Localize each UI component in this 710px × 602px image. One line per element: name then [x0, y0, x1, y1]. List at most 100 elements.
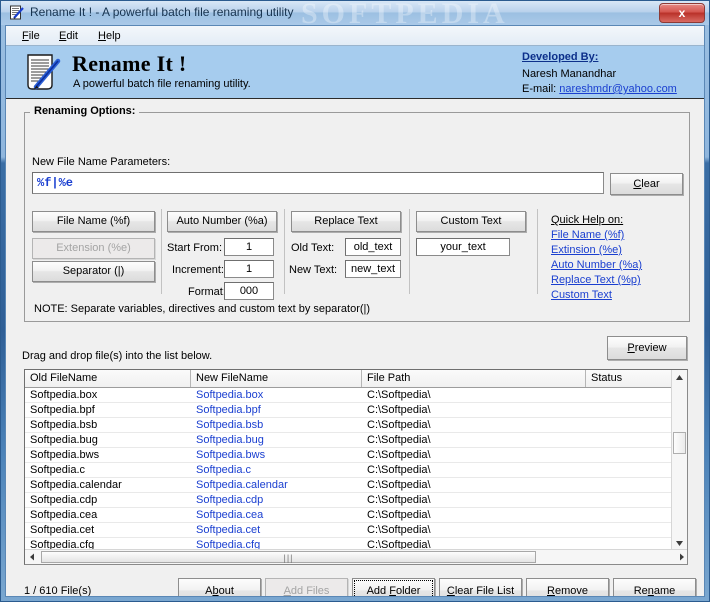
- table-row[interactable]: Softpedia.cea Softpedia.cea C:\Softpedia\: [25, 508, 673, 523]
- cell-new: Softpedia.box: [196, 389, 264, 401]
- cell-new: Softpedia.bug: [196, 434, 264, 446]
- params-input[interactable]: [32, 172, 604, 194]
- close-button[interactable]: x: [659, 3, 705, 23]
- email-link[interactable]: nareshmdr@yahoo.com: [559, 83, 677, 95]
- add-files-button: Add Files: [265, 578, 348, 596]
- app-title: Rename It !: [72, 51, 187, 76]
- increment-label: Increment:: [172, 264, 224, 276]
- scroll-right-arrow[interactable]: [674, 550, 687, 564]
- horizontal-scroll-thumb[interactable]: |||: [41, 551, 536, 563]
- cell-new: Softpedia.bws: [196, 449, 266, 461]
- remove-button[interactable]: Remove: [526, 578, 609, 596]
- table-row[interactable]: Softpedia.bws Softpedia.bws C:\Softpedia\: [25, 448, 673, 463]
- scroll-up-arrow[interactable]: [672, 370, 687, 386]
- renaming-options-title: Renaming Options:: [30, 105, 140, 117]
- developer-email-row: E-mail: nareshmdr@yahoo.com: [522, 83, 677, 95]
- window-title: Rename It ! - A powerful batch file rena…: [30, 5, 294, 19]
- start-from-label: Start From:: [167, 242, 223, 254]
- cell-status: [586, 493, 673, 508]
- cell-old: Softpedia.bws: [30, 449, 100, 461]
- app-banner: Rename It ! A powerful batch file renami…: [6, 46, 704, 99]
- table-row[interactable]: Softpedia.c Softpedia.c C:\Softpedia\: [25, 463, 673, 478]
- cell-path: C:\Softpedia\: [367, 524, 431, 536]
- list-vertical-scrollbar[interactable]: [671, 370, 687, 551]
- table-row[interactable]: Softpedia.cdp Softpedia.cdp C:\Softpedia\: [25, 493, 673, 508]
- cell-status: [586, 508, 673, 523]
- client-area: FFileile Edit Help Rename It ! A powerfu…: [5, 25, 705, 597]
- table-row[interactable]: Softpedia.bsb Softpedia.bsb C:\Softpedia\: [25, 418, 673, 433]
- cell-status: [586, 388, 673, 403]
- cell-status: [586, 448, 673, 463]
- increment-input[interactable]: [224, 260, 274, 278]
- cell-status: [586, 403, 673, 418]
- table-row[interactable]: Softpedia.bpf Softpedia.bpf C:\Softpedia\: [25, 403, 673, 418]
- format-input[interactable]: [224, 282, 274, 300]
- developer-name: Naresh Manandhar: [522, 68, 617, 80]
- quick-help-link-replace-text[interactable]: Replace Text (%p): [551, 274, 641, 286]
- cell-path: C:\Softpedia\: [367, 479, 431, 491]
- about-button[interactable]: About: [178, 578, 261, 596]
- quick-help-link-file-name[interactable]: File Name (%f): [551, 229, 624, 241]
- new-text-input[interactable]: [345, 260, 401, 278]
- column-header-file-path[interactable]: File Path: [362, 370, 586, 387]
- cell-new: Softpedia.cdp: [196, 494, 264, 506]
- cell-path: C:\Softpedia\: [367, 449, 431, 461]
- cell-old: Softpedia.cdp: [30, 494, 98, 506]
- old-text-label: Old Text:: [291, 242, 335, 254]
- application-window: SOFTPEDIA Rename It ! - A powerful batch…: [0, 0, 710, 602]
- title-bar[interactable]: SOFTPEDIA Rename It ! - A powerful batch…: [1, 1, 709, 25]
- column-header-new-filename[interactable]: New FileName: [191, 370, 362, 387]
- scroll-left-arrow[interactable]: [25, 550, 40, 564]
- quick-help-title: Quick Help on:: [551, 214, 624, 226]
- menu-edit[interactable]: Edit: [53, 29, 84, 43]
- clear-button[interactable]: Clear: [610, 173, 683, 195]
- cell-old: Softpedia.cet: [30, 524, 95, 536]
- add-folder-button[interactable]: Add Folder: [352, 578, 435, 596]
- vertical-scroll-thumb[interactable]: [673, 432, 686, 454]
- cell-path: C:\Softpedia\: [367, 404, 431, 416]
- file-list-rows[interactable]: Softpedia.box Softpedia.box C:\Softpedia\ S…: [25, 388, 673, 551]
- quick-help-link-extension[interactable]: Extinsion (%e): [551, 244, 622, 256]
- old-text-input[interactable]: [345, 238, 401, 256]
- cell-new: Softpedia.bsb: [196, 419, 264, 431]
- cell-path: C:\Softpedia\: [367, 389, 431, 401]
- divider-4: [537, 209, 538, 294]
- custom-text-button[interactable]: Custom Text: [416, 211, 526, 232]
- table-row[interactable]: Softpedia.cet Softpedia.cet C:\Softpedia\: [25, 523, 673, 538]
- cell-old: Softpedia.bpf: [30, 404, 95, 416]
- email-label: E-mail:: [522, 83, 557, 95]
- cell-new: Softpedia.calendar: [196, 479, 288, 491]
- menu-file[interactable]: FFileile: [16, 29, 46, 43]
- softpedia-watermark: SOFTPEDIA: [301, 1, 509, 25]
- table-row[interactable]: Softpedia.box Softpedia.box C:\Softpedia\: [25, 388, 673, 403]
- document-pen-icon: [27, 54, 61, 90]
- table-row[interactable]: Softpedia.bug Softpedia.bug C:\Softpedia\: [25, 433, 673, 448]
- separator-variable-button[interactable]: Separator (|): [32, 261, 155, 282]
- preview-button[interactable]: Preview: [607, 336, 687, 360]
- file-list[interactable]: Old FileName New FileName File Path Stat…: [24, 369, 688, 565]
- replace-text-button[interactable]: Replace Text: [291, 211, 401, 232]
- file-name-variable-button[interactable]: File Name (%f): [32, 211, 155, 232]
- cell-status: [586, 433, 673, 448]
- column-header-old-filename[interactable]: Old FileName: [25, 370, 191, 387]
- list-horizontal-scrollbar[interactable]: |||: [25, 549, 687, 564]
- cell-old: Softpedia.bsb: [30, 419, 98, 431]
- custom-text-input[interactable]: [416, 238, 510, 256]
- cell-new: Softpedia.c: [196, 464, 252, 476]
- clear-file-list-button[interactable]: Clear File List: [439, 578, 522, 596]
- auto-number-button[interactable]: Auto Number (%a): [167, 211, 277, 232]
- file-list-header: Old FileName New FileName File Path Stat…: [25, 370, 687, 388]
- divider-1: [161, 209, 162, 294]
- table-row[interactable]: Softpedia.calendar Softpedia.calendar C:\S…: [25, 478, 673, 493]
- file-count-status: 1 / 610 File(s): [24, 585, 92, 597]
- cell-path: C:\Softpedia\: [367, 464, 431, 476]
- params-label: New File Name Parameters:: [32, 156, 171, 168]
- format-label: Format:: [188, 286, 226, 298]
- menu-help[interactable]: Help: [92, 29, 127, 43]
- scroll-thumb-grip: |||: [283, 553, 294, 563]
- quick-help-link-custom-text[interactable]: Custom Text: [551, 289, 612, 301]
- quick-help-link-auto-number[interactable]: Auto Number (%a): [551, 259, 642, 271]
- column-header-status[interactable]: Status: [586, 370, 673, 387]
- rename-button[interactable]: Rename: [613, 578, 696, 596]
- start-from-input[interactable]: [224, 238, 274, 256]
